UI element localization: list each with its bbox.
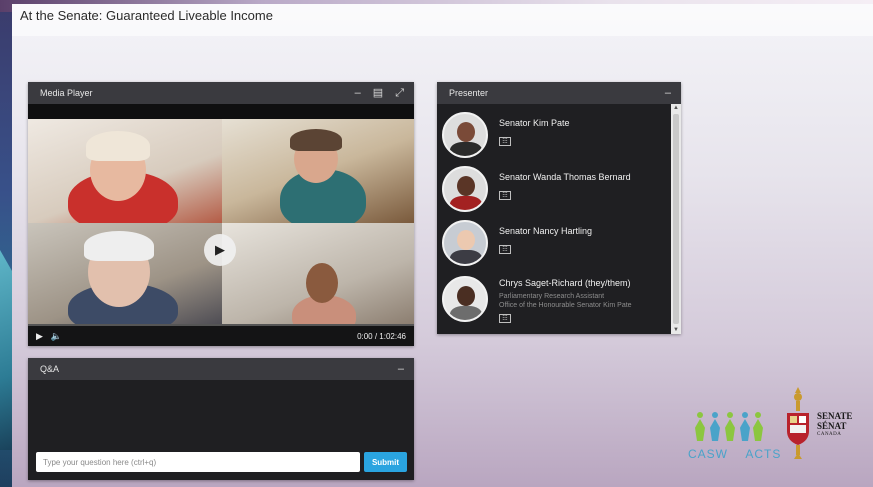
media-player-title: Media Player: [40, 88, 93, 98]
presenter-name: Senator Wanda Thomas Bernard: [499, 172, 631, 182]
scroll-up-icon[interactable]: ▲: [671, 104, 681, 112]
presenter-role: Parliamentary Research Assistant: [499, 293, 605, 300]
scroll-thumb[interactable]: [673, 114, 679, 324]
contact-card-icon[interactable]: ☷: [499, 314, 511, 323]
presenter-title: Presenter: [449, 88, 489, 98]
video-area[interactable]: ▶ ▶ 🔈 0:00 / 1:02:46: [28, 104, 414, 346]
presenter-item: Senator Kim Pate ☷: [437, 110, 669, 162]
scroll-down-icon[interactable]: ▼: [671, 326, 681, 334]
presenter-item: Senator Nancy Hartling ☷: [437, 218, 669, 270]
avatar: [442, 112, 488, 158]
avatar: [442, 220, 488, 266]
media-player-panel: Media Player – ▤ ⤢ ▶ ▶ 🔈 0:00 / 1:02:46: [28, 82, 414, 346]
video-tile-4: [222, 223, 414, 327]
media-player-header: Media Player – ▤ ⤢: [28, 82, 414, 104]
video-tile-2: [222, 119, 414, 223]
volume-icon[interactable]: 🔈: [51, 331, 62, 342]
play-button[interactable]: ▶: [204, 234, 236, 266]
qa-panel: Q&A – Submit: [28, 358, 414, 480]
avatar: [442, 276, 488, 322]
qa-header: Q&A –: [28, 358, 414, 380]
minimize-icon[interactable]: –: [355, 87, 361, 99]
submit-button[interactable]: Submit: [364, 452, 407, 472]
video-grid: [28, 119, 414, 327]
play-icon: ▶: [215, 242, 225, 257]
senate-crest-icon: [787, 387, 809, 459]
page-title: At the Senate: Guaranteed Liveable Incom…: [20, 8, 273, 23]
presenter-panel: Presenter – Senator Kim Pate ☷ Senator W…: [437, 82, 681, 334]
player-controls: ▶ 🔈 0:00 / 1:02:46: [28, 326, 414, 346]
minimize-icon[interactable]: –: [398, 363, 404, 375]
presenter-name: Senator Nancy Hartling: [499, 226, 593, 236]
time-display: 0:00 / 1:02:46: [357, 331, 406, 341]
maximize-icon[interactable]: ▤: [373, 87, 383, 99]
minimize-icon[interactable]: –: [665, 87, 671, 99]
presenter-header: Presenter –: [437, 82, 681, 104]
casw-text: CASW ACTS: [688, 447, 782, 461]
presenter-name: Chrys Saget-Richard (they/them): [499, 278, 631, 288]
presenter-scrollbar[interactable]: ▲ ▼: [671, 104, 681, 334]
contact-card-icon[interactable]: ☷: [499, 245, 511, 254]
presenter-name: Senator Kim Pate: [499, 118, 570, 128]
contact-card-icon[interactable]: ☷: [499, 191, 511, 200]
play-small-icon[interactable]: ▶: [36, 331, 43, 342]
presenter-item: Chrys Saget-Richard (they/them) Parliame…: [437, 272, 669, 332]
event-stage: At the Senate: Guaranteed Liveable Incom…: [12, 4, 873, 487]
video-tile-3: [28, 223, 222, 327]
casw-acts-logo: CASW ACTS: [688, 410, 782, 462]
qa-title: Q&A: [40, 364, 60, 374]
senate-logo: SENATE SÉNAT CANADA: [782, 387, 872, 462]
presenter-item: Senator Wanda Thomas Bernard ☷: [437, 164, 669, 216]
presenter-office: Office of the Honourable Senator Kim Pat…: [499, 302, 632, 309]
video-tile-1: [28, 119, 222, 223]
question-input[interactable]: [36, 452, 360, 472]
contact-card-icon[interactable]: ☷: [499, 137, 511, 146]
fullscreen-icon[interactable]: ⤢: [395, 87, 404, 99]
avatar: [442, 166, 488, 212]
presenter-list: Senator Kim Pate ☷ Senator Wanda Thomas …: [437, 104, 669, 334]
senate-wordmark: SENATE SÉNAT CANADA: [817, 411, 853, 437]
casw-figures: [694, 410, 764, 444]
